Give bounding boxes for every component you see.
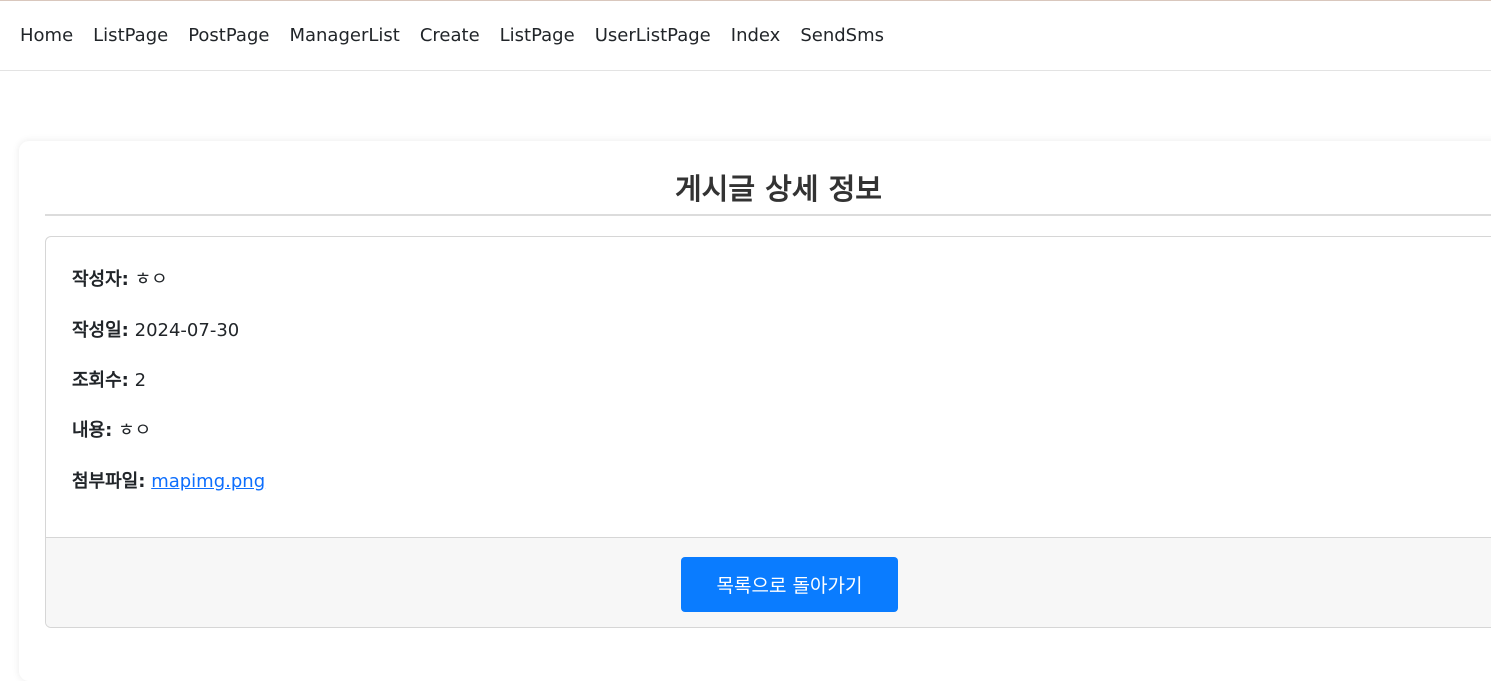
nav-link-sendsms[interactable]: SendSms — [790, 25, 894, 46]
author-value: ㅎㅇ — [134, 269, 168, 290]
page-title-text: 게시글 상세 정보 — [675, 172, 882, 206]
back-to-list-button[interactable]: 목록으로 돌아가기 — [681, 557, 898, 612]
nav-link-postpage[interactable]: PostPage — [178, 25, 279, 46]
attachment-row: 첨부파일: mapimg.png — [72, 467, 265, 493]
content-row: 내용: ㅎㅇ — [72, 416, 151, 442]
nav-link-home[interactable]: Home — [10, 25, 83, 46]
nav-link-listpage[interactable]: ListPage — [83, 25, 178, 46]
views-row: 조회수: 2 — [72, 366, 146, 392]
date-row: 작성일: 2024-07-30 — [72, 316, 239, 342]
author-label: 작성자: — [72, 269, 129, 290]
nav-link-create[interactable]: Create — [410, 25, 490, 46]
nav-link-userlistpage[interactable]: UserListPage — [585, 25, 721, 46]
nav-link-index[interactable]: Index — [721, 25, 791, 46]
attachment-label: 첨부파일: — [72, 471, 146, 492]
detail-body: 작성자: ㅎㅇ 작성일: 2024-07-30 조회수: 2 내용: ㅎㅇ 첨부… — [46, 237, 1491, 537]
nav-link-listpage-2[interactable]: ListPage — [490, 25, 585, 46]
date-label: 작성일: — [72, 320, 129, 341]
content-label: 내용: — [72, 420, 113, 441]
content-value: ㅎㅇ — [118, 420, 152, 441]
views-value: 2 — [134, 370, 147, 391]
nav-link-managerlist[interactable]: ManagerList — [279, 25, 409, 46]
date-value: 2024-07-30 — [134, 320, 240, 341]
views-label: 조회수: — [72, 370, 129, 391]
detail-footer: 목록으로 돌아가기 — [46, 537, 1491, 627]
detail-card: 작성자: ㅎㅇ 작성일: 2024-07-30 조회수: 2 내용: ㅎㅇ 첨부… — [45, 236, 1491, 628]
attachment-link[interactable]: mapimg.png — [151, 471, 265, 492]
author-row: 작성자: ㅎㅇ — [72, 265, 168, 291]
top-navigation: Home ListPage PostPage ManagerList Creat… — [0, 0, 1491, 71]
page-title: 게시글 상세 정보 — [45, 160, 1491, 216]
